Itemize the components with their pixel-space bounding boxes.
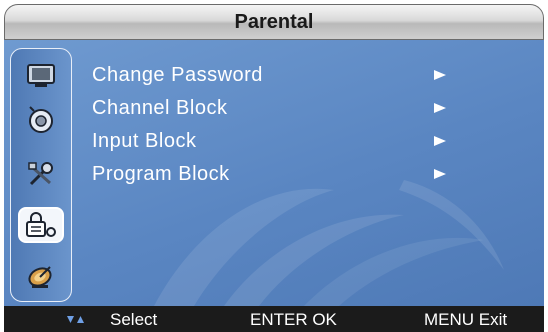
picture-icon[interactable] [23,61,59,91]
parental-lock-icon-graphic [26,212,56,237]
category-sidebar [10,48,72,302]
picture-icon-graphic [27,64,55,87]
submenu-arrow-icon [434,70,446,80]
menu-item-input-block[interactable]: Input Block [92,126,452,159]
channel-icon[interactable] [23,261,59,291]
enter-ok-hint: ENTER OK [250,310,337,329]
menu-item-program-block[interactable]: Program Block [92,159,452,192]
submenu-arrow-icon [434,169,446,179]
parental-osd-window: Parental Change Password Channel Block I… [0,0,548,332]
sound-icon[interactable] [23,105,59,135]
parental-menu: Change Password Channel Block Input Bloc… [92,60,472,192]
submenu-arrow-icon [434,136,446,146]
menu-item-label: Program Block [92,163,230,185]
sound-icon-graphic [29,106,53,133]
menu-item-change-password[interactable]: Change Password [92,60,452,93]
channel-icon-graphic [28,266,52,288]
select-hint: Select [110,310,158,329]
parental-lock-icon[interactable] [18,207,64,243]
menu-item-channel-block[interactable]: Channel Block [92,93,452,126]
page-title: Parental [234,10,314,33]
menu-item-label: Input Block [92,130,197,152]
title-bar: Parental [4,4,544,40]
menu-exit-hint: MENU Exit [424,310,508,329]
menu-item-label: Change Password [92,64,263,86]
menu-panel: Change Password Channel Block Input Bloc… [4,40,544,306]
setup-icon-graphic [28,162,53,186]
up-down-arrows-icon [67,316,84,323]
submenu-arrow-icon [434,103,446,113]
menu-item-label: Channel Block [92,97,228,119]
footer-hint-bar: Select ENTER OK MENU Exit [4,306,544,332]
setup-icon[interactable] [23,159,59,189]
